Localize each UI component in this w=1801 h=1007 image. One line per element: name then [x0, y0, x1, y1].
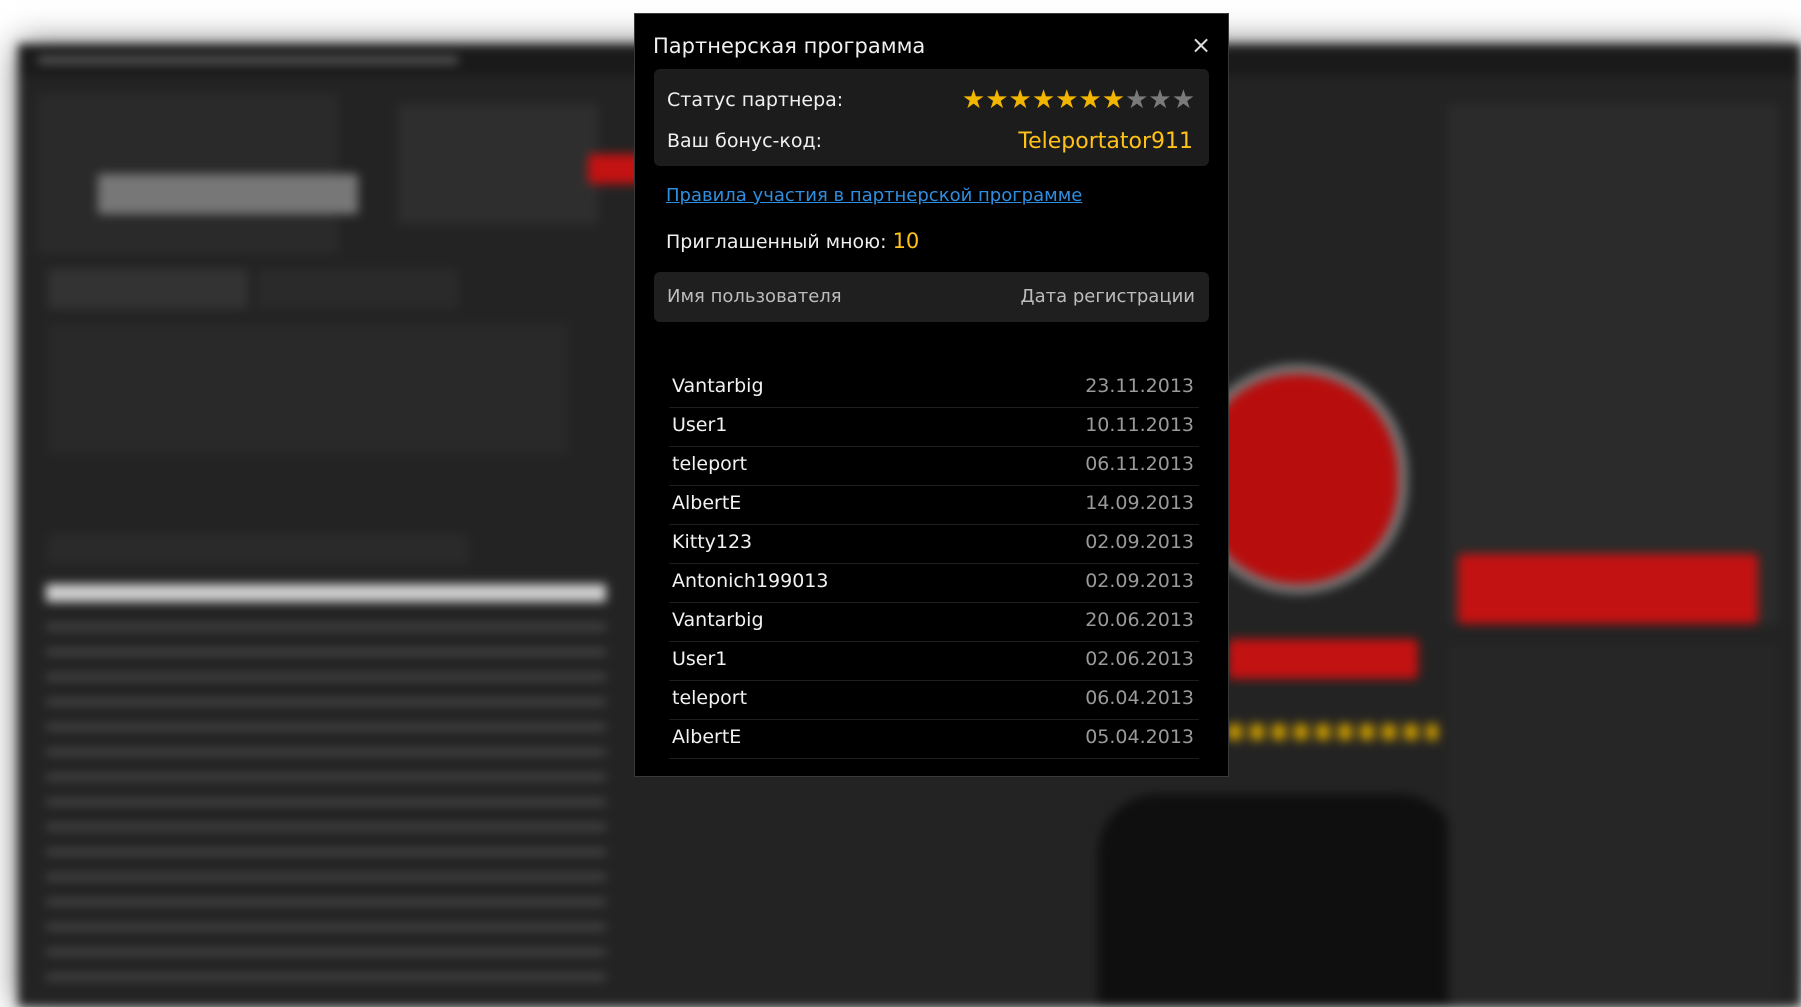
background-row [46, 849, 606, 855]
user-reg-date: 10.11.2013 [1085, 414, 1194, 436]
background-leaderboard [1448, 644, 1778, 1004]
background-row [46, 699, 606, 705]
star-filled-icon: ★ [1101, 85, 1126, 115]
user-reg-date: 02.06.2013 [1085, 648, 1194, 670]
user-reg-date: 02.09.2013 [1085, 531, 1194, 553]
star-empty-icon: ★ [1148, 85, 1172, 115]
background-right-panel [1448, 104, 1778, 624]
star-filled-icon: ★ [1055, 85, 1079, 115]
background-row [46, 874, 606, 880]
star-filled-icon: ★ [1008, 85, 1032, 115]
partner-status-label: Статус партнера: [667, 89, 844, 111]
background-row [46, 974, 606, 980]
background-row [46, 899, 606, 905]
user-reg-date: 14.09.2013 [1085, 492, 1194, 514]
background-filters [48, 324, 568, 454]
background-title-text [38, 56, 458, 64]
background-stars-row [1228, 724, 1438, 740]
column-header-reg-date[interactable]: Дата регистрации [1021, 286, 1195, 307]
background-tab [48, 269, 248, 309]
background-row [46, 824, 606, 830]
close-button[interactable]: × [1188, 32, 1214, 58]
background-row [46, 774, 606, 780]
invited-users-list: Vantarbig 23.11.2013 User1 10.11.2013 telepo… [669, 369, 1199, 759]
invited-count: 10 [892, 229, 920, 253]
user-name: AlbertE [672, 726, 742, 748]
user-name: Kitty123 [672, 531, 753, 553]
bonus-code-label: Ваш бонус-код: [667, 130, 823, 152]
partner-program-dialog: Партнерская программа × Статус партнера:… [634, 13, 1229, 777]
user-row[interactable]: AlbertE 14.09.2013 [669, 486, 1199, 525]
background-row [46, 949, 606, 955]
background-row [46, 799, 606, 805]
user-reg-date: 05.04.2013 [1085, 726, 1194, 748]
background-row [46, 649, 606, 655]
user-row[interactable]: User1 10.11.2013 [669, 408, 1199, 447]
star-filled-icon: ★ [985, 85, 1009, 115]
background-row [46, 724, 606, 730]
user-reg-date: 02.09.2013 [1085, 570, 1194, 592]
user-name: User1 [672, 414, 728, 436]
user-row[interactable]: Antonich199013 02.09.2013 [669, 564, 1199, 603]
user-row[interactable]: Vantarbig 20.06.2013 [669, 603, 1199, 642]
user-reg-date: 06.04.2013 [1085, 687, 1194, 709]
column-header-username[interactable]: Имя пользователя [667, 286, 842, 307]
user-name: AlbertE [672, 492, 742, 514]
user-name: teleport [672, 453, 748, 475]
background-row [46, 674, 606, 680]
background-logo [98, 174, 358, 214]
invited-label: Приглашенный мною: [666, 231, 887, 253]
star-filled-icon: ★ [1078, 85, 1102, 115]
background-checkboxes [48, 534, 468, 564]
partner-status-panel: Статус партнера: ★★★★★★★★★★ Ваш бонус-ко… [654, 69, 1209, 166]
user-reg-date: 20.06.2013 [1085, 609, 1194, 631]
user-row[interactable]: teleport 06.04.2013 [669, 681, 1199, 720]
bonus-code-value: Teleportator911 [1018, 129, 1193, 154]
background-row [46, 749, 606, 755]
users-list-header: Имя пользователя Дата регистрации [654, 272, 1209, 322]
partner-rating-stars: ★★★★★★★★★★ [962, 87, 1195, 113]
user-name: User1 [672, 648, 728, 670]
user-row[interactable]: User1 02.06.2013 [669, 642, 1199, 681]
user-name: teleport [672, 687, 748, 709]
star-filled-icon: ★ [1031, 85, 1056, 115]
background-player-panel [398, 104, 598, 224]
background-car-image [1098, 794, 1458, 1007]
user-name: Vantarbig [672, 375, 764, 397]
rules-link[interactable]: Правила участия в партнерской программе [666, 185, 1082, 206]
dialog-title: Партнерская программа [653, 34, 926, 58]
user-name: Antonich199013 [672, 570, 829, 592]
background-row-selected [46, 584, 606, 602]
user-reg-date: 23.11.2013 [1085, 375, 1194, 397]
background-open-table-button [1228, 639, 1418, 679]
user-row[interactable]: AlbertE 05.04.2013 [669, 720, 1199, 759]
user-reg-date: 06.11.2013 [1085, 453, 1194, 475]
background-tab [258, 269, 458, 309]
user-row[interactable]: Kitty123 02.09.2013 [669, 525, 1199, 564]
invited-summary: Приглашенный мною: 10 [666, 229, 919, 253]
background-row [46, 624, 606, 630]
user-name: Vantarbig [672, 609, 764, 631]
user-row[interactable]: teleport 06.11.2013 [669, 447, 1199, 486]
user-row[interactable]: Vantarbig 23.11.2013 [669, 369, 1199, 408]
background-cashier-button [1458, 554, 1758, 624]
background-row [46, 924, 606, 930]
star-empty-icon: ★ [1171, 85, 1195, 115]
star-empty-icon: ★ [1125, 85, 1149, 115]
star-filled-icon: ★ [961, 85, 986, 115]
